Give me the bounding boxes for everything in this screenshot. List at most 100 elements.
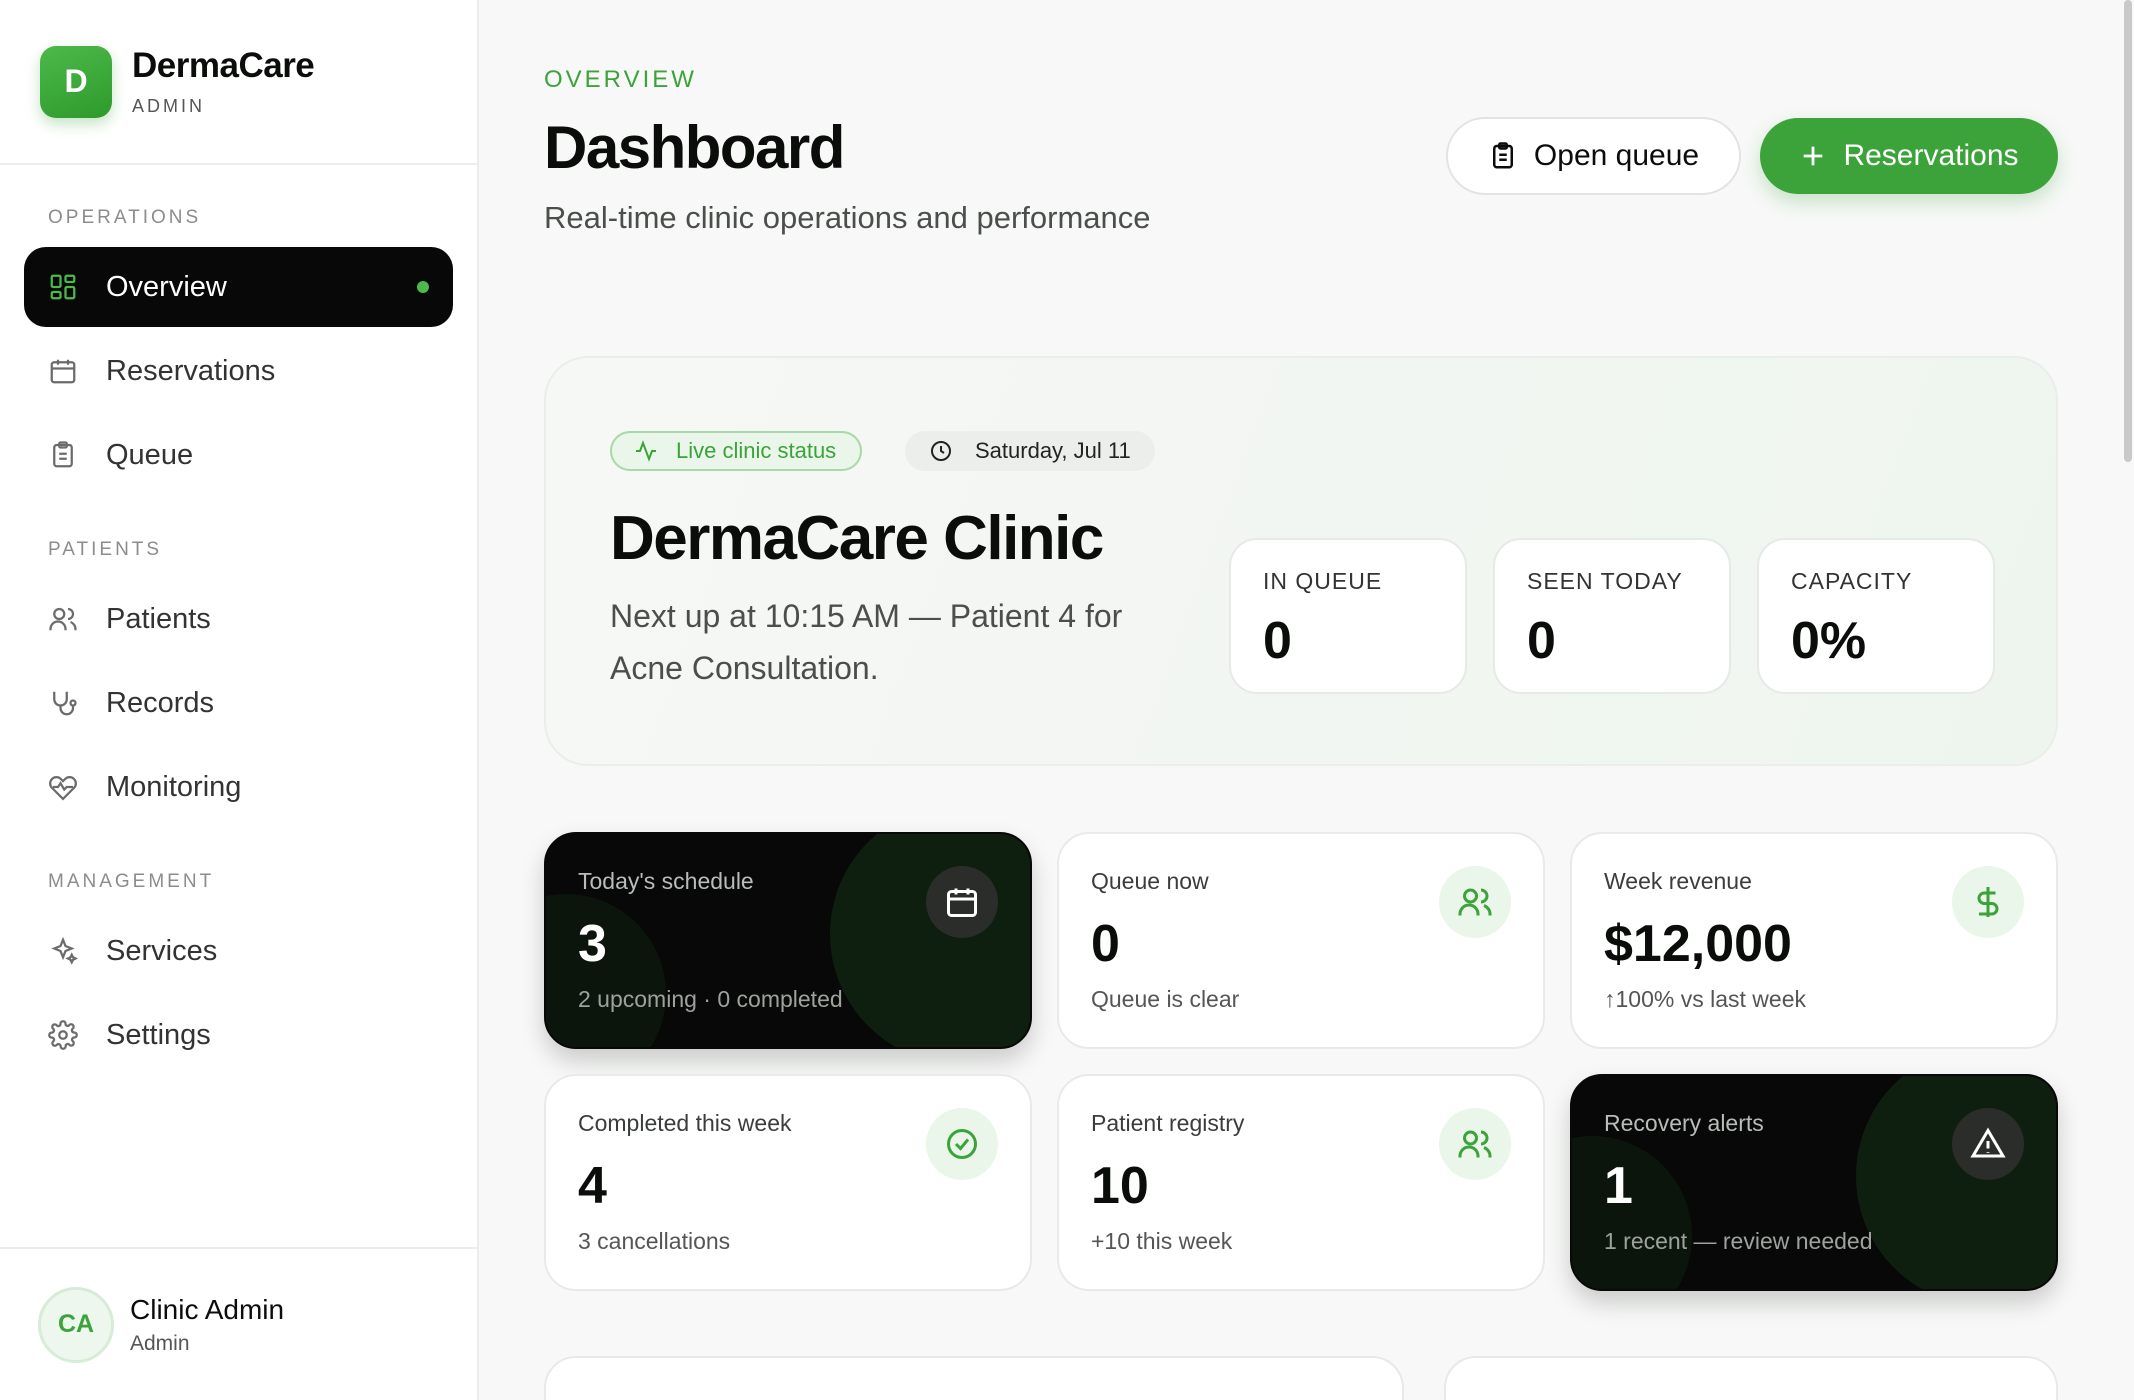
- live-status-label: Live clinic status: [676, 438, 837, 463]
- brand[interactable]: D DermaCare ADMIN: [0, 0, 477, 165]
- date-pill: Saturday, Jul 11: [905, 431, 1155, 471]
- kpi-value: 10: [1091, 1157, 1149, 1215]
- sidebar-item-overview[interactable]: Overview: [24, 247, 453, 327]
- date-label: Saturday, Jul 11: [975, 438, 1131, 463]
- kpi-sub: 1 recent — review needed: [1604, 1228, 1873, 1254]
- stat-label: SEEN TODAY: [1527, 568, 1683, 594]
- sidebar-item-label: Reservations: [106, 354, 276, 387]
- stat-seen-today: SEEN TODAY 0: [1493, 538, 1731, 694]
- kpi-week-revenue[interactable]: Week revenue $12,000 ↑100% vs last week: [1570, 832, 2058, 1049]
- stat-capacity: CAPACITY 0%: [1757, 538, 1995, 694]
- active-indicator: [417, 281, 429, 293]
- brand-logo: D: [40, 45, 112, 118]
- kpi-completed-this-week[interactable]: Completed this week 4 3 cancellations: [544, 1074, 1032, 1291]
- users-icon: [1439, 866, 1511, 938]
- gear-icon: [48, 1020, 78, 1050]
- clock-icon: [931, 441, 951, 461]
- sidebar-item-patients[interactable]: Patients: [24, 579, 453, 659]
- sidebar-item-records[interactable]: Records: [24, 663, 453, 743]
- sidebar-item-services[interactable]: Services: [24, 911, 453, 991]
- sidebar-item-label: Services: [106, 934, 218, 967]
- kpi-value: 3: [578, 915, 607, 973]
- sidebar-item-label: Settings: [106, 1018, 211, 1051]
- open-queue-label: Open queue: [1533, 139, 1700, 172]
- check-circle-icon: [926, 1108, 998, 1180]
- user-name: Clinic Admin: [130, 1293, 285, 1325]
- sidebar-nav: OPERATIONS Overview Reservations Queue P…: [0, 207, 477, 1075]
- kpi-value: 1: [1604, 1157, 1633, 1215]
- sidebar-item-queue[interactable]: Queue: [24, 415, 453, 495]
- kpi-label: Week revenue: [1604, 868, 1752, 894]
- clipboard-icon: [1492, 142, 1513, 169]
- kpi-value: 4: [578, 1157, 607, 1215]
- stat-value: 0: [1527, 612, 1556, 670]
- kpi-patient-registry[interactable]: Patient registry 10 +10 this week: [1057, 1074, 1545, 1291]
- nav-section-operations: OPERATIONS: [48, 207, 202, 228]
- user-role: Admin: [130, 1331, 190, 1355]
- kpi-label: Patient registry: [1091, 1110, 1245, 1136]
- page-title: Dashboard: [544, 114, 845, 181]
- sidebar-item-label: Queue: [106, 438, 194, 471]
- scrollbar[interactable]: [2122, 0, 2134, 1400]
- brand-role: ADMIN: [132, 96, 205, 116]
- sidebar-item-monitoring[interactable]: Monitoring: [24, 747, 453, 827]
- nav-section-patients: PATIENTS: [48, 539, 163, 560]
- kpi-todays-schedule[interactable]: Today's schedule 3 2 upcoming · 0 comple…: [544, 832, 1032, 1049]
- flow-card: [544, 1356, 1404, 1400]
- brand-name: DermaCare: [132, 46, 315, 85]
- scrollbar-thumb[interactable]: [2124, 0, 2132, 462]
- sidebar-item-label: Patients: [106, 602, 211, 635]
- dollar-icon: [1952, 866, 2024, 938]
- sidebar-item-label: Overview: [106, 270, 227, 303]
- user-profile[interactable]: CA Clinic Admin Admin: [0, 1247, 477, 1400]
- kpi-recovery-alerts[interactable]: Recovery alerts 1 1 recent — review need…: [1570, 1074, 2058, 1291]
- sparkles-icon: [51, 936, 78, 965]
- kpi-sub: 2 upcoming · 0 completed: [578, 986, 843, 1012]
- reservations-button[interactable]: Reservations: [1760, 118, 2058, 194]
- sidebar-item-settings[interactable]: Settings: [24, 995, 453, 1075]
- kpi-sub: Queue is clear: [1091, 986, 1240, 1012]
- kpi-value: 0: [1091, 915, 1120, 973]
- sidebar-item-label: Monitoring: [106, 770, 242, 803]
- stat-label: IN QUEUE: [1263, 568, 1383, 594]
- operations-card: [1444, 1356, 2058, 1400]
- users-icon: [49, 607, 77, 631]
- stat-value: 0%: [1791, 612, 1867, 670]
- kpi-label: Today's schedule: [578, 868, 754, 894]
- nav-section-management: MANAGEMENT: [48, 871, 215, 892]
- heart-pulse-icon: [49, 776, 77, 801]
- sidebar-item-reservations[interactable]: Reservations: [24, 331, 453, 411]
- kpi-sub: ↑100% vs last week: [1604, 986, 1806, 1012]
- live-status-pill: Live clinic status: [610, 431, 863, 471]
- kpi-sub: +10 this week: [1091, 1228, 1233, 1254]
- avatar: CA: [38, 1286, 114, 1363]
- stethoscope-icon: [53, 691, 77, 716]
- kpi-sub: 3 cancellations: [578, 1228, 731, 1254]
- grid-icon: [50, 274, 76, 300]
- open-queue-button[interactable]: Open queue: [1446, 117, 1741, 195]
- kpi-label: Completed this week: [578, 1110, 792, 1136]
- sidebar-item-label: Records: [106, 686, 214, 719]
- reservations-label: Reservations: [1843, 139, 2019, 172]
- calendar-icon: [50, 359, 76, 384]
- users-icon: [1439, 1108, 1511, 1180]
- calendar-icon: [926, 866, 998, 938]
- page-subtitle: Real-time clinic operations and performa…: [544, 200, 1151, 235]
- plus-icon: [1804, 146, 1823, 166]
- kpi-label: Queue now: [1091, 868, 1209, 894]
- warning-icon: [1952, 1108, 2024, 1180]
- kpi-label: Recovery alerts: [1604, 1110, 1764, 1136]
- stat-in-queue: IN QUEUE 0: [1229, 538, 1467, 694]
- clinic-status-card: Live clinic status Saturday, Jul 11 Derm…: [544, 356, 2058, 766]
- kpi-queue-now[interactable]: Queue now 0 Queue is clear: [1057, 832, 1545, 1049]
- kpi-value: $12,000: [1604, 915, 1792, 973]
- activity-icon: [636, 440, 656, 462]
- stat-label: CAPACITY: [1791, 568, 1913, 594]
- sidebar: D DermaCare ADMIN OPERATIONS Overview Re…: [0, 0, 479, 1400]
- next-up-text: Next up at 10:15 AM — Patient 4 for Acne…: [610, 598, 1123, 686]
- clipboard-icon: [53, 441, 73, 468]
- stat-value: 0: [1263, 612, 1292, 670]
- clinic-name: DermaCare Clinic: [610, 504, 1104, 573]
- page-eyebrow: OVERVIEW: [544, 66, 697, 93]
- main-content: OVERVIEW Dashboard Real-time clinic oper…: [479, 0, 2134, 1400]
